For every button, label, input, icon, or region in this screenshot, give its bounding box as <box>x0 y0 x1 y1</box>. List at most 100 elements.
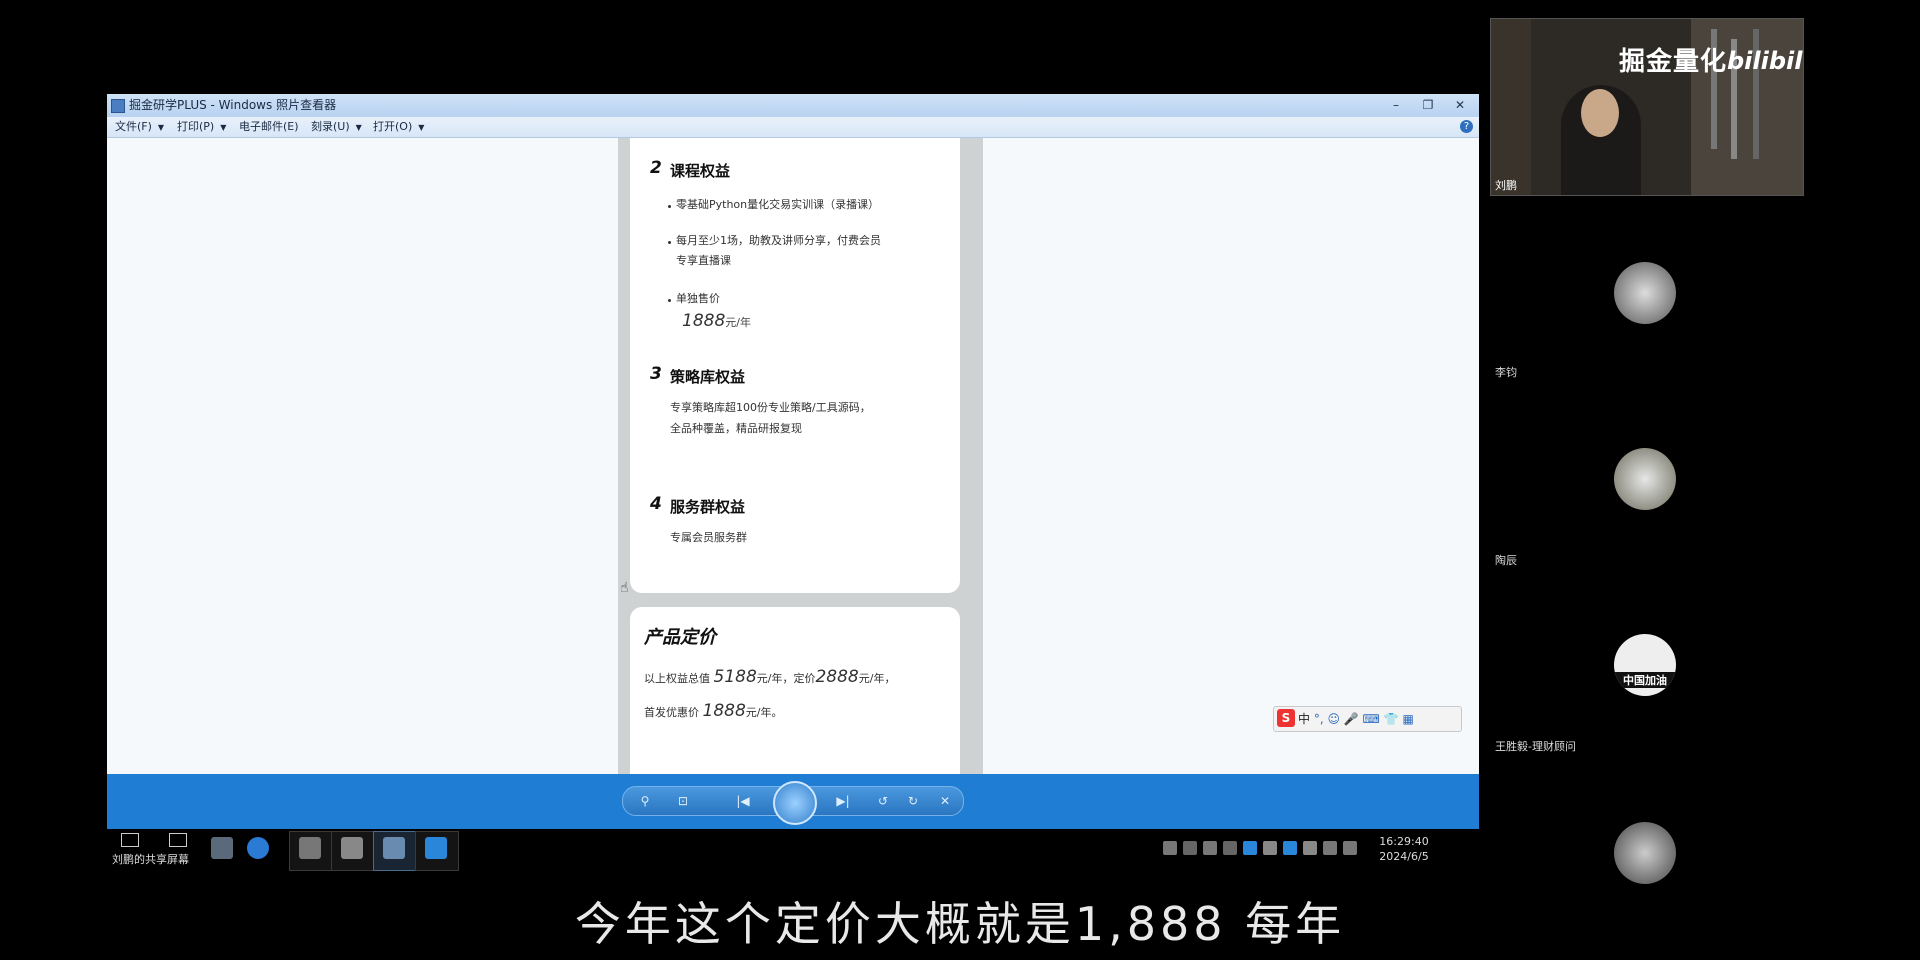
tray-icon[interactable] <box>1283 841 1297 855</box>
ime-toolbar[interactable]: S中 °, ☺ 🎤 ⌨ 👕 ▦ <box>1273 706 1462 732</box>
previous-button[interactable]: |◀ <box>723 791 763 811</box>
volume-icon[interactable] <box>1343 841 1357 855</box>
pricing-line2-end: 元/年。 <box>745 706 783 719</box>
pricing-line1-pre: 以上权益总值 <box>644 672 710 685</box>
s2-bullet-1: 零基础Python量化交易实训课（录播课） <box>676 198 880 211</box>
list-price: 2888 <box>815 667 859 687</box>
browser-icon[interactable] <box>247 837 269 859</box>
hand-cursor-icon: ☝ <box>620 580 629 596</box>
delete-icon[interactable]: ✕ <box>935 791 955 811</box>
next-button[interactable]: ▶| <box>823 791 863 811</box>
ime-tool-icons[interactable]: °, ☺ 🎤 ⌨ 👕 ▦ <box>1314 712 1414 726</box>
s2-price: 1888元/年 <box>682 311 751 333</box>
bullet-icon <box>668 299 671 302</box>
rotate-left-icon[interactable]: ↺ <box>873 791 893 811</box>
section-4-number: 4 <box>650 494 662 514</box>
section-2-number: 2 <box>650 158 662 178</box>
photo-viewer-window: 掘金研学PLUS - Windows 照片查看器 – ❐ ✕ 文件(F) ▼ 打印… <box>107 94 1479 829</box>
app-icon[interactable] <box>211 837 233 859</box>
s3-line-1: 专享策略库超100份专业策略/工具源码， <box>670 401 871 414</box>
benefits-card: 2 课程权益 零基础Python量化交易实训课（录播课） 每月至少1场，助教及讲… <box>630 138 960 593</box>
tray-icon[interactable] <box>1183 841 1197 855</box>
help-icon[interactable]: ? <box>1460 120 1473 133</box>
sogou-icon[interactable]: S <box>1277 709 1295 727</box>
s2-price-unit: 元/年 <box>725 316 751 329</box>
bullet-icon <box>668 241 671 244</box>
avatar[interactable]: 中国加油 <box>1614 634 1676 696</box>
menu-bar: 文件(F) ▼ 打印(P) ▼ 电子邮件(E) 刻录(U) ▼ 打开(O) ▼ ? <box>107 117 1479 138</box>
chevron-down-icon: ▼ <box>220 123 227 132</box>
channel-watermark: 掘金量化 <box>1619 47 1728 77</box>
rotate-right-icon[interactable]: ↻ <box>903 791 923 811</box>
pricing-line2-pre: 首发优惠价 <box>644 706 699 719</box>
clock-date: 2024/6/5 <box>1379 850 1429 863</box>
menu-open-label: 打开(O) <box>373 120 413 133</box>
pricing-line-2: 首发优惠价 1888元/年。 <box>644 701 782 723</box>
chevron-down-icon: ▼ <box>355 123 362 132</box>
avatar[interactable] <box>1614 262 1676 324</box>
presenter-video: 掘金量化 bilibili 刘鹏 <box>1490 18 1804 196</box>
menu-file-label: 文件(F) <box>115 120 152 133</box>
share-screen-label: 刘鹏的共享屏幕 <box>112 853 189 866</box>
tray-icon[interactable] <box>1223 841 1237 855</box>
chevron-down-icon: ▼ <box>157 123 165 132</box>
menu-email[interactable]: 电子邮件(E) <box>239 117 299 137</box>
section-3-title: 策略库权益 <box>670 368 746 386</box>
photo-viewer-icon[interactable] <box>383 837 405 859</box>
total-value-price: 5188 <box>713 667 757 687</box>
share-screen-icon <box>121 833 139 847</box>
avatar[interactable] <box>1614 448 1676 510</box>
video-subtitle: 今年这个定价大概就是1,888 每年 <box>574 897 1346 951</box>
tray-icon[interactable] <box>1243 841 1257 855</box>
tray-icon[interactable] <box>1303 841 1317 855</box>
image-view-area: 2 课程权益 零基础Python量化交易实训课（录播课） 每月至少1场，助教及讲… <box>107 138 1479 774</box>
quant-app-icon[interactable] <box>425 837 447 859</box>
bilibili-logo: bilibili <box>1727 47 1804 75</box>
chevron-down-icon: ▼ <box>418 123 425 132</box>
bullet-icon <box>668 205 671 208</box>
meeting-icon <box>169 833 187 847</box>
document-icon[interactable] <box>341 837 363 859</box>
slideshow-button[interactable] <box>773 781 817 825</box>
poster-image: 2 课程权益 零基础Python量化交易实训课（录播课） 每月至少1场，助教及讲… <box>618 138 983 774</box>
tray-icon[interactable] <box>1263 841 1277 855</box>
close-button[interactable]: ✕ <box>1445 94 1475 117</box>
zoom-icon[interactable]: ⚲ <box>635 791 655 811</box>
menu-burn-label: 刻录(U) <box>311 120 350 133</box>
menu-email-label: 电子邮件(E) <box>239 120 299 133</box>
title-bar: 掘金研学PLUS - Windows 照片查看器 – ❐ ✕ <box>107 94 1479 117</box>
menu-file[interactable]: 文件(F) ▼ <box>115 117 164 138</box>
promo-price: 1888 <box>702 701 746 721</box>
menu-open[interactable]: 打开(O) ▼ <box>373 117 424 138</box>
toolbar-controls: ⚲ ⊡ |◀ ▶| ↺ ↻ ✕ <box>622 781 964 825</box>
tray-icon[interactable] <box>1203 841 1217 855</box>
section-3-number: 3 <box>650 364 662 384</box>
presenter-name: 刘鹏 <box>1495 179 1517 192</box>
app-icon <box>111 99 125 113</box>
avatar[interactable] <box>1614 822 1676 884</box>
pricing-line1-mid: 元/年，定价 <box>756 672 816 685</box>
actual-size-icon[interactable]: ⊡ <box>673 791 693 811</box>
tray-icon[interactable] <box>1163 841 1177 855</box>
window-title: 掘金研学PLUS - Windows 照片查看器 <box>129 98 337 112</box>
minimize-button[interactable]: – <box>1381 94 1411 117</box>
network-icon[interactable] <box>1323 841 1337 855</box>
s4-line-1: 专属会员服务群 <box>670 531 747 544</box>
ime-lang[interactable]: 中 <box>1298 712 1310 726</box>
menu-burn[interactable]: 刻录(U) ▼ <box>311 117 362 138</box>
pricing-line1-end: 元/年， <box>858 672 896 685</box>
folder-icon[interactable] <box>299 837 321 859</box>
pricing-line-1: 以上权益总值 5188元/年，定价2888元/年， <box>644 667 895 689</box>
section-4-title: 服务群权益 <box>670 498 746 516</box>
s2-bullet-3: 单独售价 <box>676 292 720 305</box>
section-2-title: 课程权益 <box>670 162 731 180</box>
maximize-button[interactable]: ❐ <box>1413 94 1443 117</box>
s3-line-2: 全品种覆盖，精品研报复现 <box>670 422 802 435</box>
menu-print[interactable]: 打印(P) ▼ <box>177 117 226 138</box>
taskbar-clock[interactable]: 16:29:40 2024/6/5 <box>1374 834 1434 864</box>
taskbar: 刘鹏的共享屏幕 16:29:40 2024/6/5 <box>107 829 1479 871</box>
clock-time: 16:29:40 <box>1379 835 1429 848</box>
s2-bullet-2-line1: 每月至少1场，助教及讲师分享，付费会员 <box>676 234 881 247</box>
participant-name: 陶辰 <box>1495 554 1517 567</box>
participant-name: 王胜毅-理财顾问 <box>1495 740 1576 753</box>
